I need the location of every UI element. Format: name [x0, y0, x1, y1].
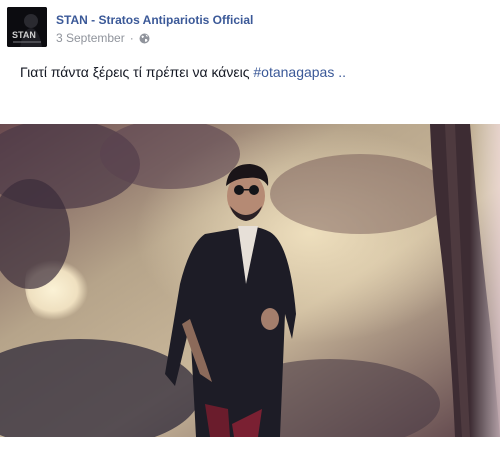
- post-message-text: Γιατί πάντα ξέρεις τί πρέπει να κάνεις: [20, 64, 250, 80]
- post-message: Γιατί πάντα ξέρεις τί πρέπει να κάνεις #…: [20, 64, 346, 80]
- hashtag-link[interactable]: #otanagapas: [253, 64, 334, 80]
- meta-separator: ·: [129, 31, 134, 45]
- post-photo[interactable]: [0, 124, 500, 437]
- author-name[interactable]: STAN - Stratos Antipariotis Official: [56, 13, 253, 27]
- post-meta: 3 September ·: [56, 31, 150, 45]
- post-message-suffix: ..: [334, 64, 347, 80]
- facebook-post: STAN STAN - Stratos Antipariotis Officia…: [0, 0, 500, 470]
- profile-avatar[interactable]: STAN: [7, 7, 47, 47]
- avatar-logo-text: STAN: [12, 30, 36, 40]
- globe-icon[interactable]: [139, 33, 150, 44]
- post-timestamp[interactable]: 3 September: [56, 31, 125, 45]
